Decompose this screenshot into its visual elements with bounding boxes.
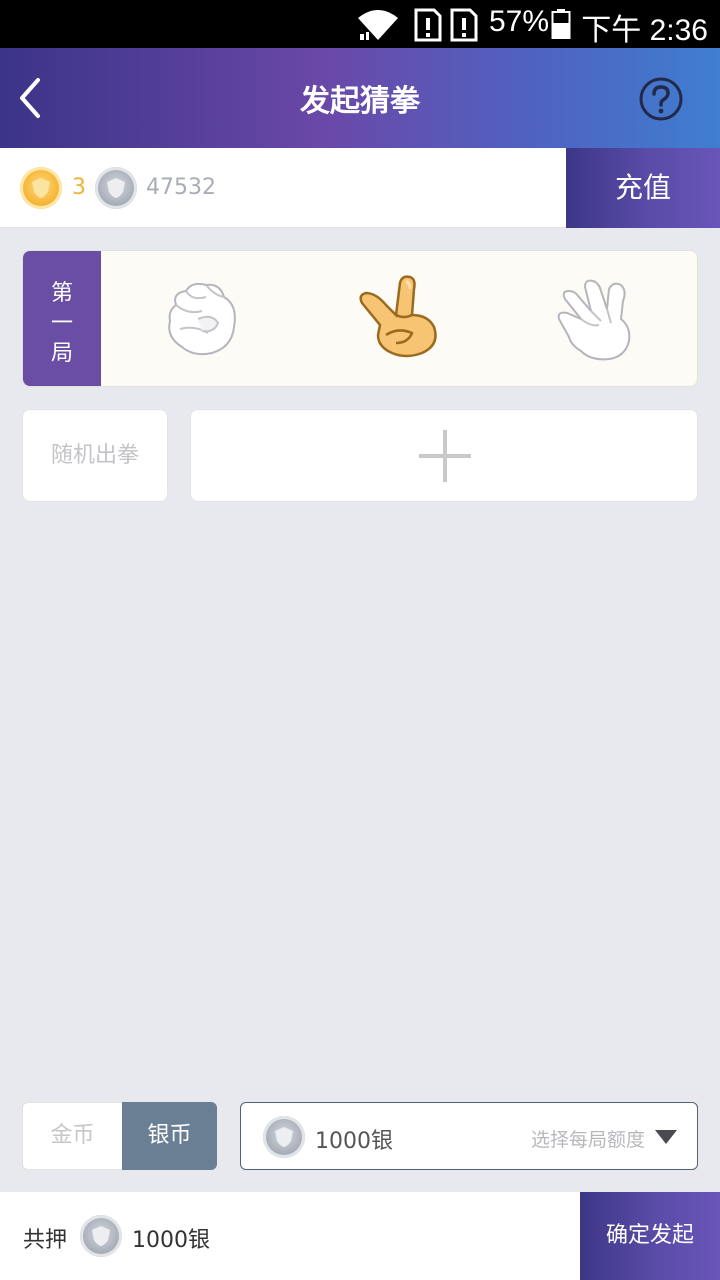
plus-icon: [419, 430, 471, 482]
total-stake-label: 共押: [23, 1228, 68, 1253]
status-bar: 57% 下午 2:36: [0, 0, 720, 48]
round-card: 第一局: [22, 250, 698, 387]
random-throw-button[interactable]: 随机出拳: [22, 409, 168, 502]
scissors-hand-icon[interactable]: [356, 275, 446, 365]
balance-bar: 3 47532 充值: [0, 148, 720, 228]
sim-alert-icon: [414, 8, 442, 42]
amount-hint: 选择每局额度: [530, 1129, 645, 1151]
gold-coin-icon: [20, 167, 62, 209]
question-circle-icon[interactable]: [637, 75, 685, 123]
add-round-button[interactable]: [190, 409, 698, 502]
round-label: 第一局: [23, 251, 101, 386]
sim-alert-icon: [450, 8, 478, 42]
app-header: 发起猜拳: [0, 48, 720, 148]
total-stake-amount: 1000银: [132, 1228, 210, 1253]
gold-balance: 3: [72, 175, 86, 200]
amount-value: 1000银: [315, 1129, 393, 1154]
rock-hand-icon[interactable]: [158, 275, 248, 365]
confirm-start-button[interactable]: 确定发起: [580, 1192, 720, 1280]
round-label-text: 第一局: [50, 281, 73, 366]
silver-coin-icon: [80, 1215, 122, 1257]
battery-icon: [551, 9, 571, 39]
wifi-icon: [358, 10, 398, 40]
recharge-button[interactable]: 充值: [566, 148, 720, 228]
caret-down-icon: [655, 1130, 677, 1144]
amount-per-round-select[interactable]: 1000银 选择每局额度: [240, 1102, 698, 1170]
page-title: 发起猜拳: [300, 84, 420, 119]
silver-coin-icon: [95, 167, 137, 209]
currency-toggle-silver[interactable]: 银币: [122, 1102, 217, 1170]
silver-balance: 47532: [146, 175, 216, 200]
paper-hand-icon[interactable]: [555, 275, 645, 365]
silver-coin-icon: [263, 1116, 305, 1158]
status-time: 下午 2:36: [581, 14, 708, 47]
battery-percent: 57%: [489, 5, 550, 38]
bottom-bar: 共押 1000银 确定发起: [0, 1192, 720, 1280]
currency-toggle-gold[interactable]: 金币: [22, 1102, 122, 1170]
